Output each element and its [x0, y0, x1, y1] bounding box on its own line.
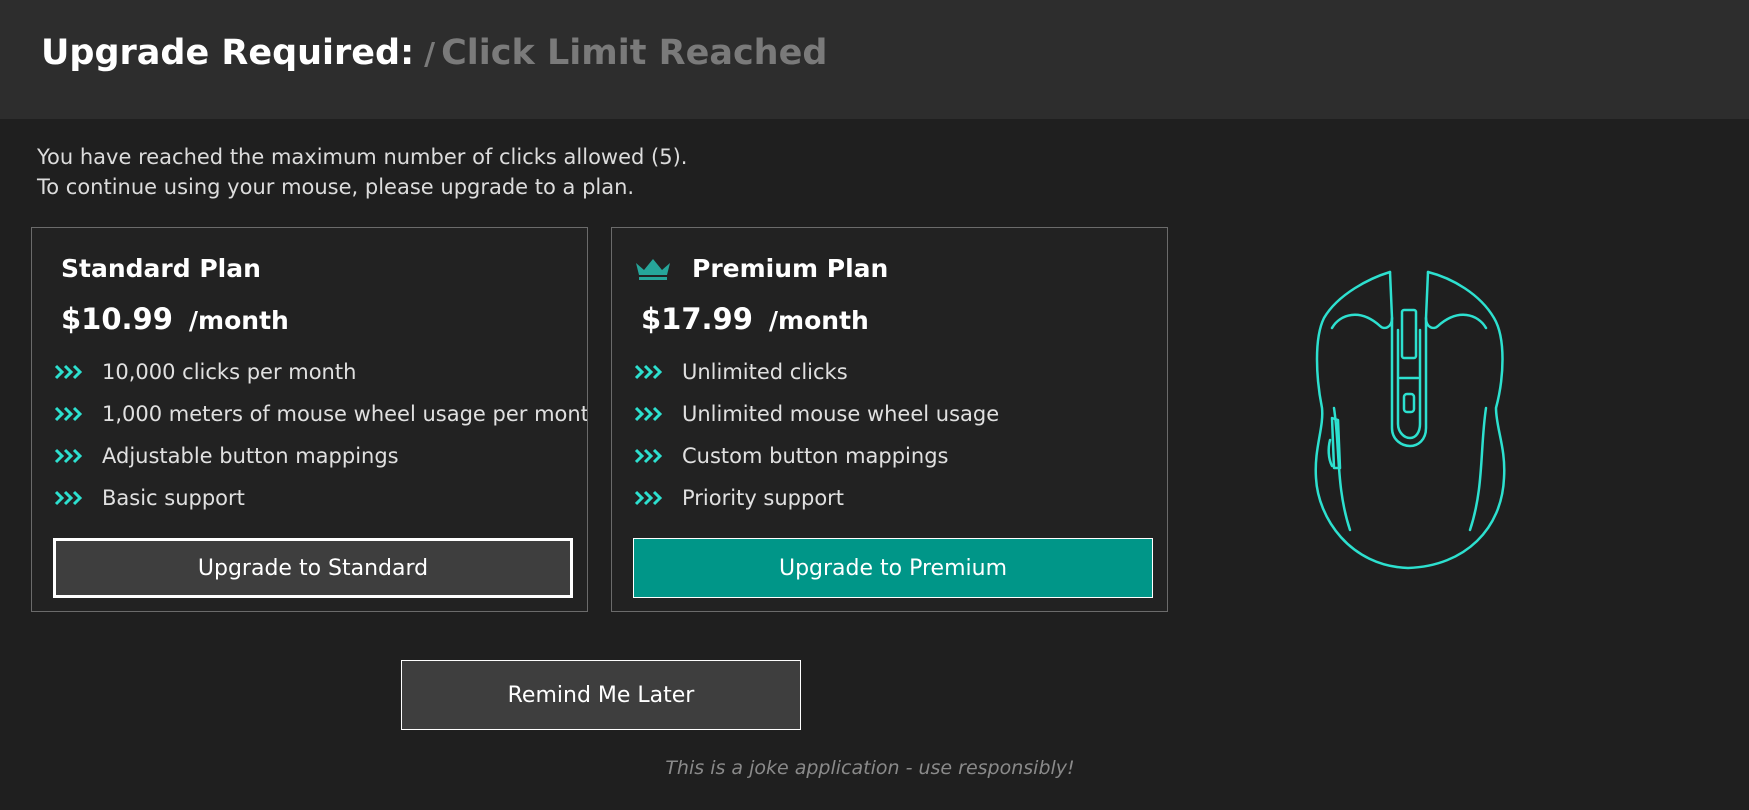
feature-label: Adjustable button mappings — [102, 444, 399, 468]
remind-me-later-button[interactable]: Remind Me Later — [401, 660, 801, 730]
plan-name: Standard Plan — [61, 254, 261, 283]
feature-item: Unlimited clicks — [634, 351, 999, 393]
upgrade-standard-button[interactable]: Upgrade to Standard — [53, 538, 573, 598]
chevrons-right-icon — [634, 448, 663, 464]
dialog-title: Upgrade Required: / Click Limit Reached — [41, 33, 827, 73]
feature-label: Basic support — [102, 486, 245, 510]
chevrons-right-icon — [54, 406, 83, 422]
premium-plan-card: Premium Plan $17.99/month Unlimited clic… — [611, 227, 1168, 612]
feature-item: Custom button mappings — [634, 435, 999, 477]
price-row: $17.99/month — [641, 302, 869, 336]
feature-item: 1,000 meters of mouse wheel usage per mo… — [54, 393, 588, 435]
chevrons-right-icon — [54, 364, 83, 380]
feature-item: Adjustable button mappings — [54, 435, 587, 477]
upgrade-premium-button[interactable]: Upgrade to Premium — [633, 538, 1153, 598]
intro-message: You have reached the maximum number of c… — [37, 142, 687, 202]
feature-item: 10,000 clicks per month — [54, 351, 587, 393]
chevrons-right-icon — [54, 490, 83, 506]
feature-label: Priority support — [682, 486, 845, 510]
intro-line-1: You have reached the maximum number of c… — [37, 145, 688, 169]
feature-item: Unlimited mouse wheel usage — [634, 393, 999, 435]
feature-label: Unlimited clicks — [682, 360, 848, 384]
feature-item: Basic support — [54, 477, 587, 519]
standard-plan-card: Standard Plan $10.99/month 10,000 clicks… — [31, 227, 588, 612]
feature-list: 10,000 clicks per month 1,000 meters of … — [54, 351, 588, 519]
chevrons-right-icon — [634, 406, 663, 422]
feature-list: Unlimited clicks Unlimited mouse wheel u… — [634, 351, 999, 519]
chevrons-right-icon — [634, 364, 663, 380]
plan-period: /month — [768, 306, 869, 335]
title-subtitle: Click Limit Reached — [441, 33, 828, 73]
intro-line-2: To continue using your mouse, please upg… — [37, 175, 635, 199]
feature-label: 1,000 meters of mouse wheel usage per mo… — [102, 402, 588, 426]
crown-icon — [636, 259, 670, 280]
feature-item: Priority support — [634, 477, 999, 519]
price-row: $10.99/month — [61, 302, 289, 336]
feature-label: Unlimited mouse wheel usage — [682, 402, 1000, 426]
title-separator: / — [424, 37, 436, 72]
chevrons-right-icon — [54, 448, 83, 464]
mouse-icon — [1314, 270, 1506, 570]
plan-name: Premium Plan — [692, 254, 889, 283]
plan-period: /month — [188, 306, 289, 335]
footer-disclaimer: This is a joke application - use respons… — [665, 757, 1075, 779]
feature-label: Custom button mappings — [682, 444, 949, 468]
plan-price: $17.99 — [641, 302, 753, 336]
feature-label: 10,000 clicks per month — [102, 360, 357, 384]
chevrons-right-icon — [634, 490, 663, 506]
title-text: Upgrade Required: — [41, 33, 415, 73]
header: Upgrade Required: / Click Limit Reached — [0, 0, 1749, 119]
plan-price: $10.99 — [61, 302, 173, 336]
